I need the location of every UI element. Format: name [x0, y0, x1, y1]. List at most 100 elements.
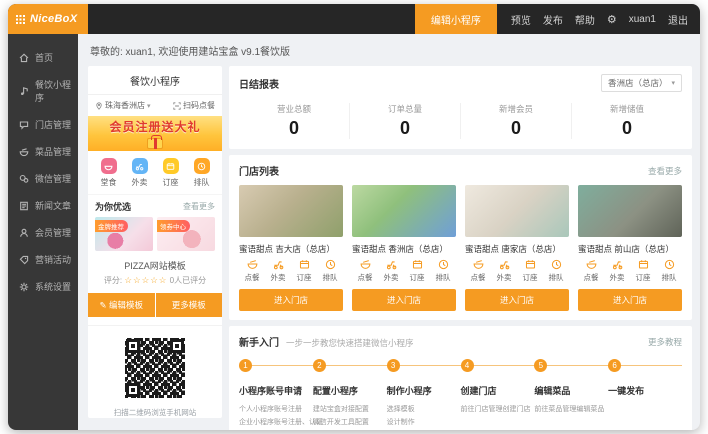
store-action-reserve[interactable]: 订座 — [404, 259, 430, 283]
pick-item[interactable]: 金牌推荐 — [95, 217, 153, 251]
guide-step-item[interactable]: 前往菜品管理编辑菜品 — [534, 403, 608, 416]
reserve-icon — [638, 259, 649, 270]
sidebar-item-label: 新闻文章 — [35, 199, 71, 212]
store-action-label: 排队 — [323, 272, 338, 283]
enter-store-button[interactable]: 进入门店 — [465, 289, 569, 311]
store-action-reserve[interactable]: 订座 — [630, 259, 656, 283]
store-card: 蜜语甜点 香洲店（总店） 点餐 外卖 订座 排队 进入门店 — [352, 185, 456, 311]
quick-action-reserve[interactable]: 订座 — [155, 158, 186, 188]
stores-grid: 蜜语甜点 吉大店（总店） 点餐 外卖 订座 排队 进入门店 — [239, 185, 682, 311]
guide-step-build: 制作小程序 选择模板 设计制作 — [387, 378, 461, 430]
store-photo — [465, 185, 569, 237]
quick-action-label: 排队 — [194, 177, 210, 188]
app-logo[interactable]: NiceBoX — [8, 4, 88, 34]
home-icon — [19, 53, 29, 63]
order-icon — [473, 259, 484, 270]
store-action-order[interactable]: 点餐 — [352, 259, 378, 283]
store-action-order[interactable]: 点餐 — [465, 259, 491, 283]
store-action-takeout[interactable]: 外卖 — [604, 259, 630, 283]
store-icon — [19, 120, 29, 130]
sidebar-item-dish-management[interactable]: 菜品管理 — [8, 138, 78, 165]
quick-action-takeout[interactable]: 外卖 — [124, 158, 155, 188]
picks-more-link[interactable]: 查看更多 — [183, 201, 215, 212]
guide-step-title: 编辑菜品 — [534, 384, 608, 397]
member-gift-banner[interactable]: 会员注册送大礼 — [88, 116, 222, 151]
template-rating: 评分: ☆☆☆☆☆ 0人已评分 — [88, 275, 222, 286]
logout-link[interactable]: 退出 — [668, 12, 688, 27]
queue-icon — [325, 259, 336, 270]
settings-gear-icon[interactable]: ⚙ — [607, 13, 617, 26]
more-templates-button[interactable]: 更多模板 — [156, 293, 223, 317]
guide-step-item[interactable]: 微信开发工具配置 — [313, 416, 387, 429]
rating-stars-icon: ☆☆☆☆☆ — [124, 275, 167, 285]
guide-step-publish: 一键发布 — [608, 378, 682, 430]
username-link[interactable]: xuan1 — [629, 14, 656, 25]
guide-step-item[interactable]: 选择模板 — [387, 403, 461, 416]
sidebar-item-home[interactable]: 首页 — [8, 44, 78, 71]
guide-step-item[interactable]: 设计制作 — [387, 416, 461, 429]
store-action-order[interactable]: 点餐 — [578, 259, 604, 283]
metric-value: 0 — [239, 118, 349, 139]
guide-step-item[interactable]: 前往门店管理创建门店 — [461, 403, 535, 416]
site-qr-code — [125, 338, 185, 398]
publish-link[interactable]: 发布 — [543, 12, 563, 27]
takeout-icon — [612, 259, 623, 270]
guide-more-link[interactable]: 更多教程 — [648, 336, 682, 348]
store-action-label: 外卖 — [384, 272, 399, 283]
store-filter-dropdown[interactable]: 香洲店（总店） ▾ — [601, 74, 682, 92]
quick-action-dine-in[interactable]: 堂食 — [93, 158, 124, 188]
enter-store-button[interactable]: 进入门店 — [239, 289, 343, 311]
edit-template-button[interactable]: ✎ 编辑模板 — [88, 293, 155, 317]
metric-new-members: 新增会员 0 — [460, 103, 571, 139]
pick-tag-badge: 领券中心 — [157, 220, 190, 232]
store-action-label: 排队 — [436, 272, 451, 283]
store-action-label: 外卖 — [271, 272, 286, 283]
template-name: PIZZA网站模板 — [88, 259, 222, 272]
store-action-reserve[interactable]: 订座 — [517, 259, 543, 283]
sidebar-item-catering-miniprogram[interactable]: 餐饮小程序 — [8, 71, 78, 111]
store-action-queue[interactable]: 排队 — [656, 259, 682, 283]
scan-order-label: 扫码点餐 — [183, 100, 215, 111]
sidebar-item-label: 餐饮小程序 — [35, 78, 78, 104]
help-link[interactable]: 帮助 — [575, 12, 595, 27]
store-action-queue[interactable]: 排队 — [317, 259, 343, 283]
metrics-row: 营业总额 0 订单总量 0 新增会员 0 — [239, 103, 682, 139]
stores-title: 门店列表 — [239, 163, 279, 178]
qr-finder-icon — [126, 383, 140, 397]
metric-value: 0 — [572, 118, 682, 139]
pick-item[interactable]: 领券中心 — [157, 217, 215, 251]
sidebar: 首页 餐饮小程序 门店管理 菜品管理 微信管理 新闻文章 — [8, 34, 78, 430]
sidebar-item-system-settings[interactable]: 系统设置 — [8, 273, 78, 300]
quick-action-queue[interactable]: 排队 — [186, 158, 217, 188]
store-action-order[interactable]: 点餐 — [239, 259, 265, 283]
metric-value: 0 — [350, 118, 460, 139]
store-action-takeout[interactable]: 外卖 — [378, 259, 404, 283]
edit-miniprogram-button[interactable]: 编辑小程序 — [415, 4, 497, 34]
enter-store-button[interactable]: 进入门店 — [578, 289, 682, 311]
sidebar-item-marketing-activities[interactable]: 营销活动 — [8, 246, 78, 273]
guide-title: 新手入门 — [239, 334, 279, 349]
guide-step-item[interactable]: 建站宝盒对接配置 — [313, 403, 387, 416]
sidebar-item-news-articles[interactable]: 新闻文章 — [8, 192, 78, 219]
store-action-takeout[interactable]: 外卖 — [265, 259, 291, 283]
scan-order-button[interactable]: 扫码点餐 — [173, 100, 215, 111]
sidebar-item-store-management[interactable]: 门店管理 — [8, 111, 78, 138]
enter-store-button[interactable]: 进入门店 — [352, 289, 456, 311]
logo-text: NiceBoX — [30, 13, 77, 25]
store-action-takeout[interactable]: 外卖 — [491, 259, 517, 283]
location-selector[interactable]: 珠海香洲店 ▾ — [95, 100, 151, 111]
stores-more-link[interactable]: 查看更多 — [648, 165, 682, 177]
metric-value: 0 — [461, 118, 571, 139]
sidebar-item-member-management[interactable]: 会员管理 — [8, 219, 78, 246]
store-action-reserve[interactable]: 订座 — [291, 259, 317, 283]
preview-link[interactable]: 预览 — [511, 12, 531, 27]
store-action-label: 排队 — [549, 272, 564, 283]
sidebar-item-label: 首页 — [35, 51, 53, 64]
guide-step-item[interactable]: 个人小程序账号注册 — [239, 403, 313, 416]
qr-section: 扫描二维码浏览手机网站 — [88, 325, 222, 418]
guide-step-item[interactable]: 企业小程序账号注册、认证 — [239, 416, 313, 429]
sidebar-item-wechat-management[interactable]: 微信管理 — [8, 165, 78, 192]
store-action-queue[interactable]: 排队 — [543, 259, 569, 283]
store-action-queue[interactable]: 排队 — [430, 259, 456, 283]
store-action-label: 排队 — [662, 272, 677, 283]
